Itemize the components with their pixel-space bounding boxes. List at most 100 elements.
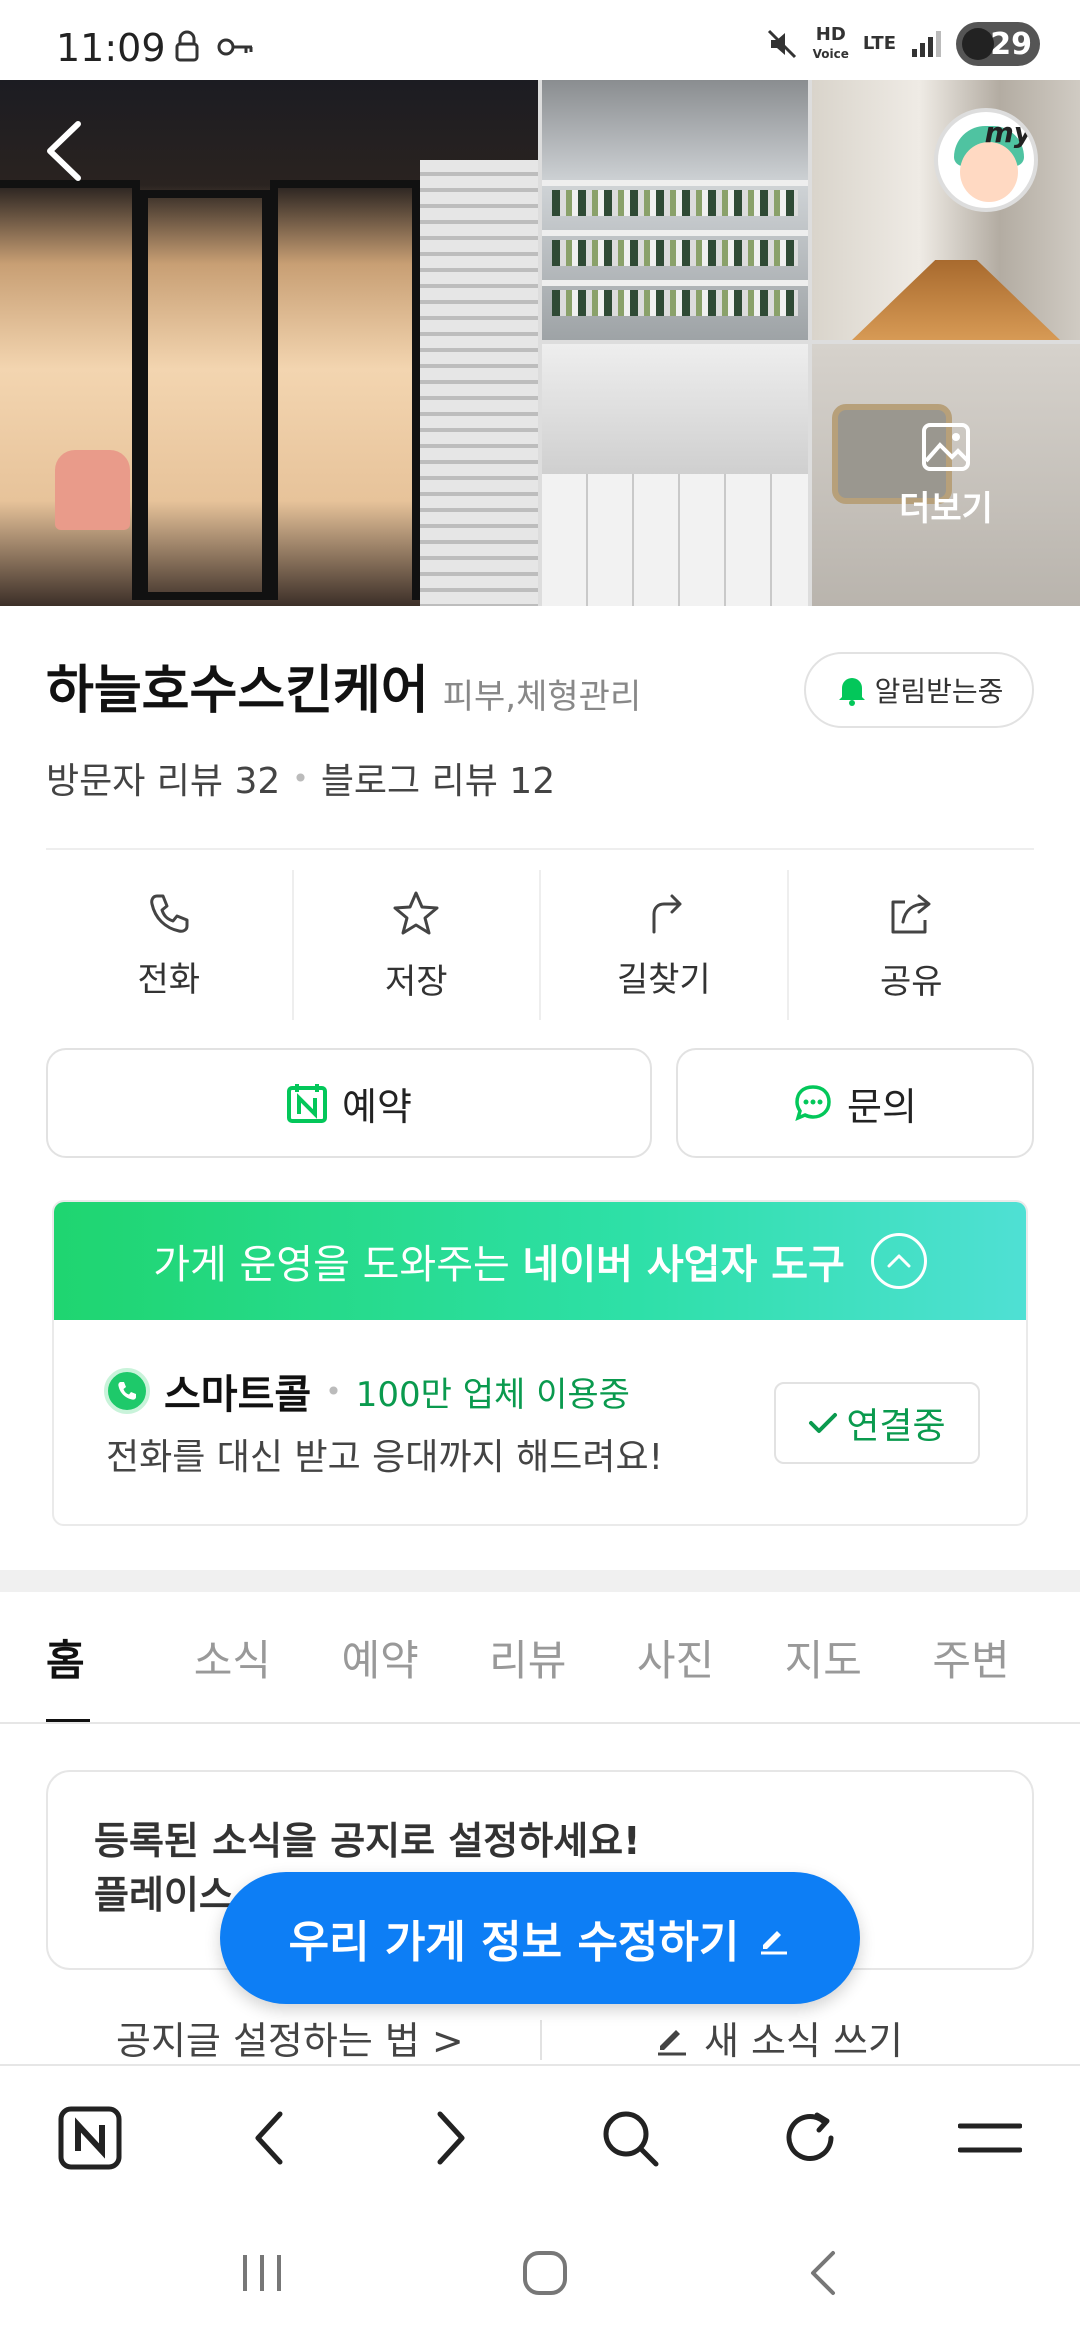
search-icon [603,2111,659,2167]
chevron-left-icon [255,2111,283,2165]
biz-tool-title: 가게 운영을 도와주는 네이버 사업자 도구 [153,1232,845,1290]
share-button[interactable]: 공유 [789,870,1035,1020]
recent-apps-button[interactable] [237,2251,287,2299]
photo-product-shelves[interactable] [542,80,808,340]
separator-dot: • [325,1374,342,1408]
notify-toggle-button[interactable]: 알림받는중 [804,652,1034,728]
system-back-button[interactable] [803,2248,843,2302]
review-summary: 방문자 리뷰 32 • 블로그 리뷰 12 [46,752,555,804]
floor [852,260,1060,340]
divider [540,2020,542,2060]
place-name: 하늘호수스킨케어 [46,661,429,721]
directions-button[interactable]: 길찾기 [541,870,789,1020]
naver-biz-tool-card: 가게 운영을 도와주는 네이버 사업자 도구 스마트콜 • 100만 업체 이용… [52,1200,1028,1526]
avatar-face [960,142,1018,202]
directions-label: 길찾기 [616,959,711,1000]
phone-icon [118,1382,136,1400]
tab-reviews[interactable]: 리뷰 [489,1592,637,1722]
tab-photos[interactable]: 사진 [637,1592,785,1722]
check-icon [809,1413,838,1433]
chevron-up-icon [887,1254,911,1268]
write-new-post-link[interactable]: 새 소식 쓰기 [654,2010,903,2065]
shutter [420,160,538,606]
place-category: 피부,체형관리 [442,677,642,717]
home-button[interactable] [520,2248,570,2302]
directions-icon [652,894,682,933]
edit-store-info-label: 우리 가게 정보 수정하기 [288,1917,740,1968]
notify-label: 알림받는중 [874,675,1004,708]
bottles [552,190,798,216]
bell-icon [838,678,865,706]
action-row: 전화 저장 길찾기 공유 [46,870,1034,1020]
pencil-icon [761,1931,788,1955]
smartcall-name: 스마트콜 [164,1372,312,1418]
search-button[interactable] [585,2093,675,2183]
status-right-icons: HD Voice LTE 29 [765,22,1040,66]
photo-treatment-room[interactable] [542,344,808,606]
tab-reservation[interactable]: 예약 [341,1592,489,1722]
naver-calendar-icon [287,1084,328,1123]
smartcall-users: 100만 업체 이용중 [355,1374,630,1415]
save-button[interactable]: 저장 [294,870,541,1020]
biz-tool-header[interactable]: 가게 운영을 도와주는 네이버 사업자 도구 [54,1202,1026,1320]
hamburger-menu-icon [958,2123,1022,2153]
browser-back-button[interactable] [225,2093,315,2183]
smartcall-phone-icon [104,1368,150,1414]
naver-home-button[interactable] [45,2093,135,2183]
refresh-icon [786,2112,834,2161]
photo-gallery[interactable]: 더보기 my [0,80,1080,606]
notice-links: 공지글 설정하는 법 > 새 소식 쓰기 [0,2000,1080,2070]
tab-home[interactable]: 홈 [46,1592,194,1722]
back-button[interactable] [36,116,96,186]
bottles [552,240,798,266]
status-left-icons [172,30,256,64]
tab-map[interactable]: 지도 [785,1592,933,1722]
reserve-button[interactable]: 예약 [46,1048,652,1158]
browser-toolbar [0,2064,1080,2210]
refresh-button[interactable] [765,2093,855,2183]
collapse-button[interactable] [870,1233,927,1289]
biz-tool-title-prefix: 가게 운영을 도와주는 [153,1242,510,1288]
status-time: 11:09 [56,26,166,70]
tab-nearby[interactable]: 주변 [932,1592,1080,1722]
menu-button[interactable] [945,2093,1035,2183]
browser-forward-button[interactable] [405,2093,495,2183]
lock-rotation-icon [175,30,199,62]
how-to-set-notice-link[interactable]: 공지글 설정하는 법 > [116,2010,464,2065]
battery-leaf-icon [962,28,994,60]
section-divider [0,1570,1080,1592]
photo-hallway[interactable] [812,80,1080,340]
shelf [542,180,808,186]
naver-logo-icon [58,2106,122,2170]
pencil-icon [658,2029,686,2055]
chevron-left-icon [47,121,81,181]
place-title: 하늘호수스킨케어 피부,체형관리 [46,648,641,723]
place-tabs: 홈 소식 예약 리뷰 사진 지도 주변 [0,1592,1080,1724]
shelf [542,230,808,236]
edit-store-info-button[interactable]: 우리 가게 정보 수정하기 [220,1872,860,2004]
blog-reviews-link[interactable]: 블로그 리뷰 12 [321,752,555,804]
chair [55,450,130,530]
call-label: 전화 [137,959,201,1000]
status-bar: 11:09 HD Voice LTE 29 [0,0,1080,80]
my-avatar-button[interactable]: my [934,108,1038,212]
battery-level: 29 [990,26,1032,62]
visitor-reviews-link[interactable]: 방문자 리뷰 32 [46,752,280,804]
smartcall-connected-button[interactable]: 연결중 [774,1382,980,1464]
inquiry-button[interactable]: 문의 [676,1048,1034,1158]
star-icon [393,891,439,934]
call-button[interactable]: 전화 [46,870,294,1020]
notice-line1: 등록된 소식을 공지로 설정하세요! [94,1819,641,1863]
more-photos-button[interactable]: 더보기 [812,344,1080,606]
hd-voice-icon: HD Voice [812,23,849,61]
tab-news[interactable]: 소식 [194,1592,342,1722]
signal-icon [912,31,941,57]
mute-icon [767,29,796,59]
chat-icon [795,1085,831,1122]
biz-tool-title-strong: 네이버 사업자 도구 [522,1242,845,1288]
image-icon [922,422,970,471]
window-frame [270,180,420,600]
system-navigation-bar [0,2210,1080,2340]
divider [46,848,1034,850]
back-icon [811,2251,836,2295]
